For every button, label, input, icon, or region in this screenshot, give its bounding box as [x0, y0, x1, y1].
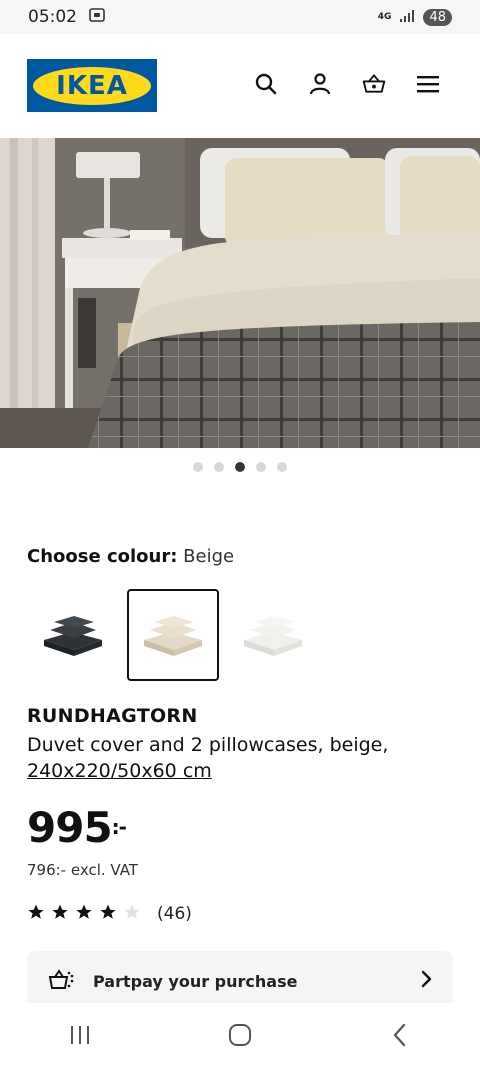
- status-time: 05:02: [28, 7, 77, 27]
- colour-swatches: [27, 589, 319, 681]
- price-excl-vat: 796:- excl. VAT: [27, 861, 138, 879]
- star-empty-icon: [123, 903, 141, 925]
- colour-label: Choose colour: Beige: [27, 546, 234, 567]
- gallery-dot[interactable]: [193, 462, 203, 472]
- menu-icon[interactable]: [416, 72, 440, 96]
- recent-apps-button[interactable]: [60, 1015, 100, 1055]
- site-header: IKEA: [0, 34, 480, 138]
- gallery-pagination: [0, 462, 480, 472]
- swatch-white[interactable]: [227, 589, 319, 681]
- star-icon: [51, 903, 69, 925]
- network-label: 4G: [377, 12, 392, 22]
- home-button[interactable]: [220, 1015, 260, 1055]
- signal-icon: [399, 9, 415, 25]
- screenshot-icon: [89, 7, 105, 27]
- swatch-dark-grey[interactable]: [27, 589, 119, 681]
- product-description: Duvet cover and 2 pillowcases, beige, 24…: [27, 732, 447, 784]
- star-icon: [99, 903, 117, 925]
- swatch-beige[interactable]: [127, 589, 219, 681]
- product-image[interactable]: [0, 138, 480, 448]
- back-button[interactable]: [380, 1015, 420, 1055]
- partpay-basket-icon: [47, 967, 75, 995]
- logo-text: IKEA: [33, 66, 151, 105]
- partpay-label: Partpay your purchase: [93, 971, 298, 991]
- gallery-dot[interactable]: [256, 462, 266, 472]
- star-icon: [27, 903, 45, 925]
- selected-colour: Beige: [183, 546, 235, 567]
- product-rating[interactable]: (46): [27, 903, 192, 925]
- partpay-banner[interactable]: Partpay your purchase: [27, 951, 453, 1011]
- gallery-dot[interactable]: [277, 462, 287, 472]
- ikea-logo[interactable]: IKEA: [27, 59, 157, 112]
- product-name: RUNDHAGTORN: [27, 705, 198, 727]
- chevron-right-icon: [419, 970, 433, 992]
- product-size-link[interactable]: 240x220/50x60 cm: [27, 760, 212, 782]
- status-bar: 05:02 4G 48: [0, 0, 480, 34]
- gallery-dot-active[interactable]: [235, 462, 245, 472]
- basket-icon[interactable]: [362, 72, 386, 96]
- gallery-dot[interactable]: [214, 462, 224, 472]
- price-suffix: :-: [111, 815, 127, 839]
- product-description-text: Duvet cover and 2 pillowcases, beige,: [27, 734, 389, 756]
- price-value: 995: [27, 803, 113, 852]
- battery-indicator: 48: [423, 8, 452, 26]
- colour-label-text: Choose colour:: [27, 546, 178, 567]
- review-count[interactable]: (46): [157, 904, 192, 924]
- star-icon: [75, 903, 93, 925]
- user-icon[interactable]: [308, 72, 332, 96]
- search-icon[interactable]: [254, 72, 278, 96]
- product-price: 995:-: [27, 803, 127, 852]
- system-navigation-bar: [0, 1003, 480, 1067]
